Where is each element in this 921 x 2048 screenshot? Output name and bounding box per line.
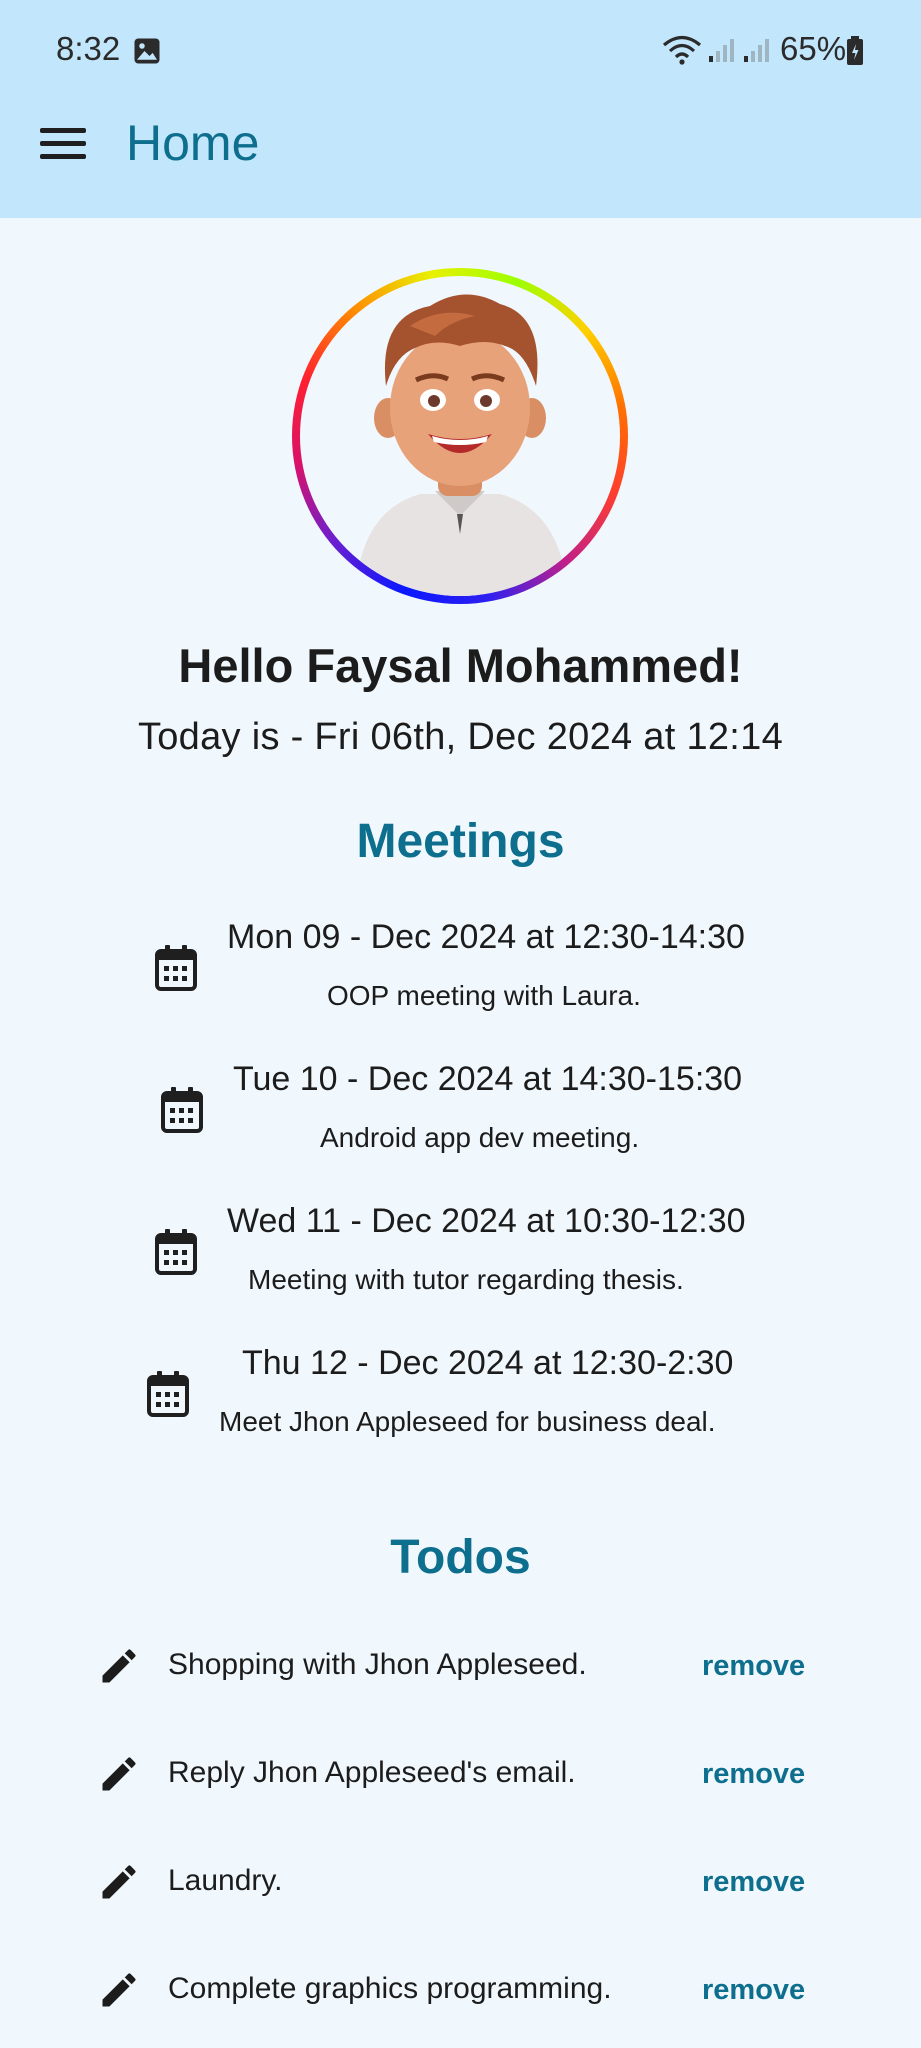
remove-button[interactable]: remove	[702, 1974, 805, 2007]
todo-text: Shopping with Jhon Appleseed.	[168, 1648, 587, 1681]
greeting: Hello Faysal Mohammed!	[178, 639, 743, 692]
meeting-description: Android app dev meeting.	[320, 1122, 640, 1153]
meeting-item[interactable]: Tue 10 - Dec 2024 at 14:30-15:30 Android…	[0, 1054, 921, 1174]
signal-icon	[709, 39, 734, 62]
meeting-item[interactable]: Wed 11 - Dec 2024 at 10:30-12:30 Meeting…	[0, 1196, 921, 1316]
todo-item: Reply Jhon Appleseed's email. remove	[0, 1734, 921, 1814]
remove-button[interactable]: remove	[702, 1758, 805, 1791]
meeting-datetime: Wed 11 - Dec 2024 at 10:30-12:30	[227, 1202, 746, 1240]
top-app-bar: 8:32 65% Home	[0, 0, 921, 218]
gallery-icon	[134, 38, 160, 64]
calendar-icon	[155, 1229, 197, 1275]
todo-text: Reply Jhon Appleseed's email.	[168, 1756, 576, 1789]
pencil-icon[interactable]	[97, 1968, 141, 2012]
todo-text: Laundry.	[168, 1864, 283, 1897]
meeting-datetime: Thu 12 - Dec 2024 at 12:30-2:30	[242, 1344, 734, 1382]
menu-icon-bar	[40, 141, 86, 146]
current-date: Today is - Fri 06th, Dec 2024 at 12:14	[137, 716, 784, 758]
page-title: Home	[126, 115, 260, 171]
meeting-item[interactable]: Thu 12 - Dec 2024 at 12:30-2:30 Meet Jho…	[0, 1338, 921, 1458]
pencil-icon[interactable]	[97, 1752, 141, 1796]
battery-percentage: 65%	[780, 30, 847, 67]
meeting-datetime: Tue 10 - Dec 2024 at 14:30-15:30	[233, 1060, 743, 1098]
meetings-title: Meetings	[356, 815, 565, 868]
meeting-description: Meeting with tutor regarding thesis.	[248, 1264, 684, 1295]
calendar-icon	[147, 1371, 189, 1417]
remove-button[interactable]: remove	[702, 1866, 805, 1899]
pencil-icon[interactable]	[97, 1860, 141, 1904]
pencil-icon[interactable]	[97, 1644, 141, 1688]
todo-item: Laundry. remove	[0, 1842, 921, 1922]
todo-text: Complete graphics programming.	[168, 1972, 612, 2005]
todos-title: Todos	[390, 1531, 531, 1584]
meeting-description: Meet Jhon Appleseed for business deal.	[219, 1406, 716, 1437]
meeting-datetime: Mon 09 - Dec 2024 at 12:30-14:30	[227, 918, 745, 956]
avatar	[300, 276, 620, 596]
calendar-icon	[155, 945, 197, 991]
remove-button[interactable]: remove	[702, 1650, 805, 1683]
todo-item: Complete graphics programming. remove	[0, 1950, 921, 2030]
avatar-illustration	[355, 294, 568, 596]
menu-icon-bar	[40, 128, 86, 133]
wifi-icon	[662, 35, 702, 65]
battery-icon	[847, 36, 863, 65]
todo-item: Shopping with Jhon Appleseed. remove	[0, 1626, 921, 1706]
meeting-item[interactable]: Mon 09 - Dec 2024 at 12:30-14:30 OOP mee…	[0, 912, 921, 1032]
menu-icon-bar	[40, 154, 86, 159]
calendar-icon	[161, 1087, 203, 1133]
signal-icon	[744, 39, 769, 62]
status-time: 8:32	[56, 30, 121, 67]
meeting-description: OOP meeting with Laura.	[327, 980, 641, 1011]
menu-icon[interactable]	[40, 128, 86, 164]
